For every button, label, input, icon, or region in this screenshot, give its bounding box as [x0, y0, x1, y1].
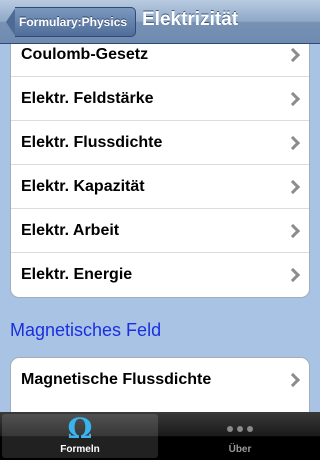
list-item-label: Magnetische Flussdichte — [21, 371, 212, 388]
chevron-right-icon — [285, 91, 301, 106]
omega-icon: Ω — [67, 412, 93, 445]
tab-label: Formeln — [60, 444, 100, 455]
back-button[interactable]: Formulary:Physics — [6, 7, 137, 37]
chevron-right-icon — [285, 179, 301, 194]
list-item-flussdichte[interactable]: Elektr. Flussdichte — [11, 121, 309, 165]
tab-label: Über — [228, 444, 252, 455]
list-item-label: Coulomb-Gesetz — [21, 45, 149, 63]
list-item-energie[interactable]: Elektr. Energie — [11, 253, 309, 297]
chevron-right-icon — [285, 223, 301, 238]
list-item-label: Elektr. Arbeit — [21, 221, 120, 239]
navigation-bar: Formulary:Physics Elektrizität — [0, 0, 320, 44]
more-icon — [227, 426, 253, 432]
list-item-feldstaerke[interactable]: Elektr. Feldstärke — [11, 77, 309, 121]
chevron-right-icon — [285, 135, 301, 150]
list-item-kapazitaet[interactable]: Elektr. Kapazität — [11, 165, 309, 209]
magnetism-group: Magnetische Flussdichte — [10, 357, 310, 412]
list-item-label: Elektr. Feldstärke — [21, 89, 154, 107]
chevron-right-icon — [285, 47, 301, 62]
list-item-magnetische-flussdichte[interactable]: Magnetische Flussdichte — [11, 358, 309, 402]
list-item-label: Elektr. Flussdichte — [21, 133, 163, 151]
list-item-arbeit[interactable]: Elektr. Arbeit — [11, 209, 309, 253]
page-title: Elektrizität — [142, 9, 239, 30]
tab-ueber[interactable]: Über — [162, 414, 318, 458]
table-view[interactable]: Coulomb-Gesetz Elektr. Feldstärke Elektr… — [0, 44, 320, 412]
tab-bar: Ω Formeln Über — [0, 412, 320, 460]
list-item-label: Elektr. Kapazität — [21, 177, 145, 195]
chevron-right-icon — [285, 372, 301, 388]
list-item-coulomb[interactable]: Coulomb-Gesetz — [11, 44, 309, 77]
section-header-magnetisches-feld: Magnetisches Feld — [10, 320, 162, 340]
tab-formeln[interactable]: Ω Formeln — [2, 414, 158, 458]
list-item-label: Elektr. Energie — [21, 266, 133, 283]
chevron-right-icon — [285, 267, 301, 283]
back-button-label: Formulary:Physics — [15, 7, 137, 37]
electricity-group: Coulomb-Gesetz Elektr. Feldstärke Elektr… — [10, 44, 310, 298]
